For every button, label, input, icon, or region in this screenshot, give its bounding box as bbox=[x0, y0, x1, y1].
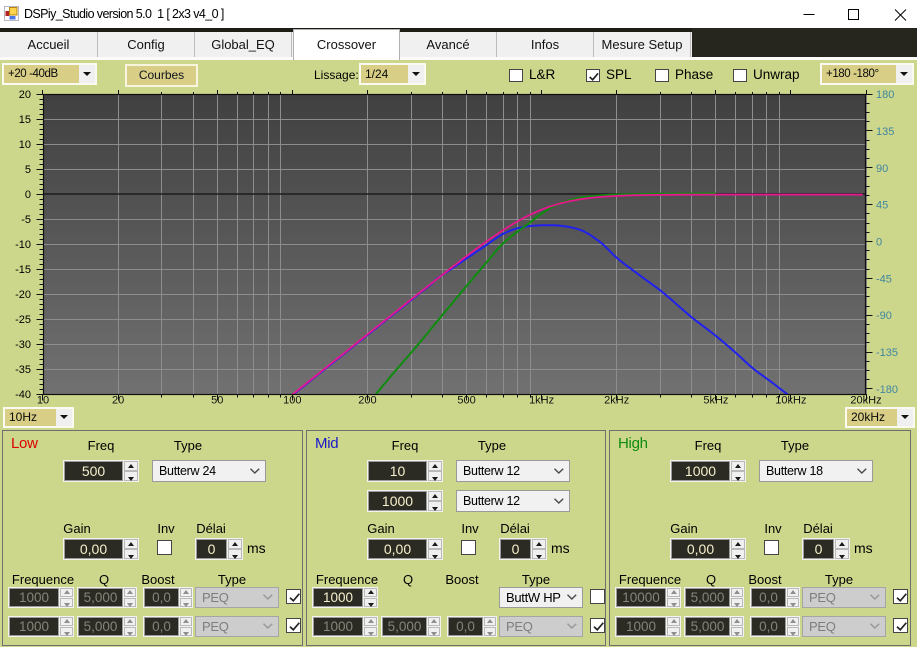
svg-text:5: 5 bbox=[25, 164, 31, 176]
svg-text:-20: -20 bbox=[15, 289, 31, 301]
svg-text:5kHz: 5kHz bbox=[703, 395, 728, 407]
svg-text:500: 500 bbox=[457, 395, 475, 407]
svg-text:10: 10 bbox=[19, 139, 31, 151]
svg-text:-135: -135 bbox=[876, 347, 898, 359]
svg-text:15: 15 bbox=[19, 114, 31, 126]
svg-text:45: 45 bbox=[876, 200, 888, 212]
svg-text:-45: -45 bbox=[876, 273, 892, 285]
svg-text:100: 100 bbox=[283, 395, 301, 407]
svg-text:1kHz: 1kHz bbox=[529, 395, 554, 407]
svg-text:0: 0 bbox=[876, 237, 882, 249]
svg-text:-35: -35 bbox=[15, 364, 31, 376]
svg-text:135: 135 bbox=[876, 126, 894, 138]
svg-text:-30: -30 bbox=[15, 339, 31, 351]
svg-text:-40: -40 bbox=[15, 389, 31, 401]
svg-text:20: 20 bbox=[112, 395, 124, 407]
svg-text:180: 180 bbox=[876, 89, 894, 101]
svg-text:-5: -5 bbox=[21, 214, 31, 226]
svg-text:2kHz: 2kHz bbox=[604, 395, 629, 407]
svg-text:10kHz: 10kHz bbox=[775, 395, 806, 407]
svg-text:90: 90 bbox=[876, 163, 888, 175]
svg-text:20: 20 bbox=[19, 89, 31, 101]
svg-text:50: 50 bbox=[211, 395, 223, 407]
svg-text:-90: -90 bbox=[876, 310, 892, 322]
svg-text:-10: -10 bbox=[15, 239, 31, 251]
svg-text:10: 10 bbox=[37, 395, 49, 407]
svg-text:200: 200 bbox=[358, 395, 376, 407]
svg-text:0: 0 bbox=[25, 189, 31, 201]
svg-text:20kHz: 20kHz bbox=[850, 395, 881, 407]
svg-text:-15: -15 bbox=[15, 264, 31, 276]
svg-text:-25: -25 bbox=[15, 314, 31, 326]
